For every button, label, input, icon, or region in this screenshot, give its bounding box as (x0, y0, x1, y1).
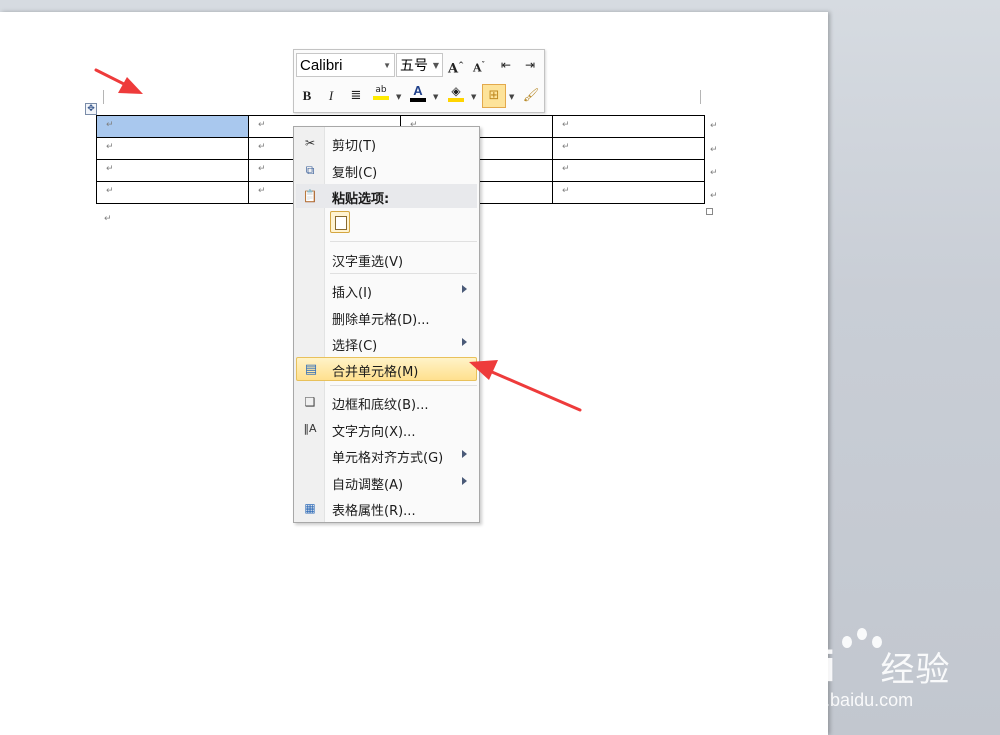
annotation-arrow-top-left (94, 68, 143, 94)
watermark-logo: Bai 经验 (765, 642, 950, 692)
watermark-logo-cn: 经验 (880, 650, 951, 690)
watermark-logo-text: Bai (765, 642, 837, 691)
annotation-arrows (94, 68, 582, 412)
annotation-arrow-merge (469, 360, 582, 412)
watermark-url: jingyan.baidu.com (768, 690, 914, 710)
paw-logo-icon (857, 628, 867, 640)
